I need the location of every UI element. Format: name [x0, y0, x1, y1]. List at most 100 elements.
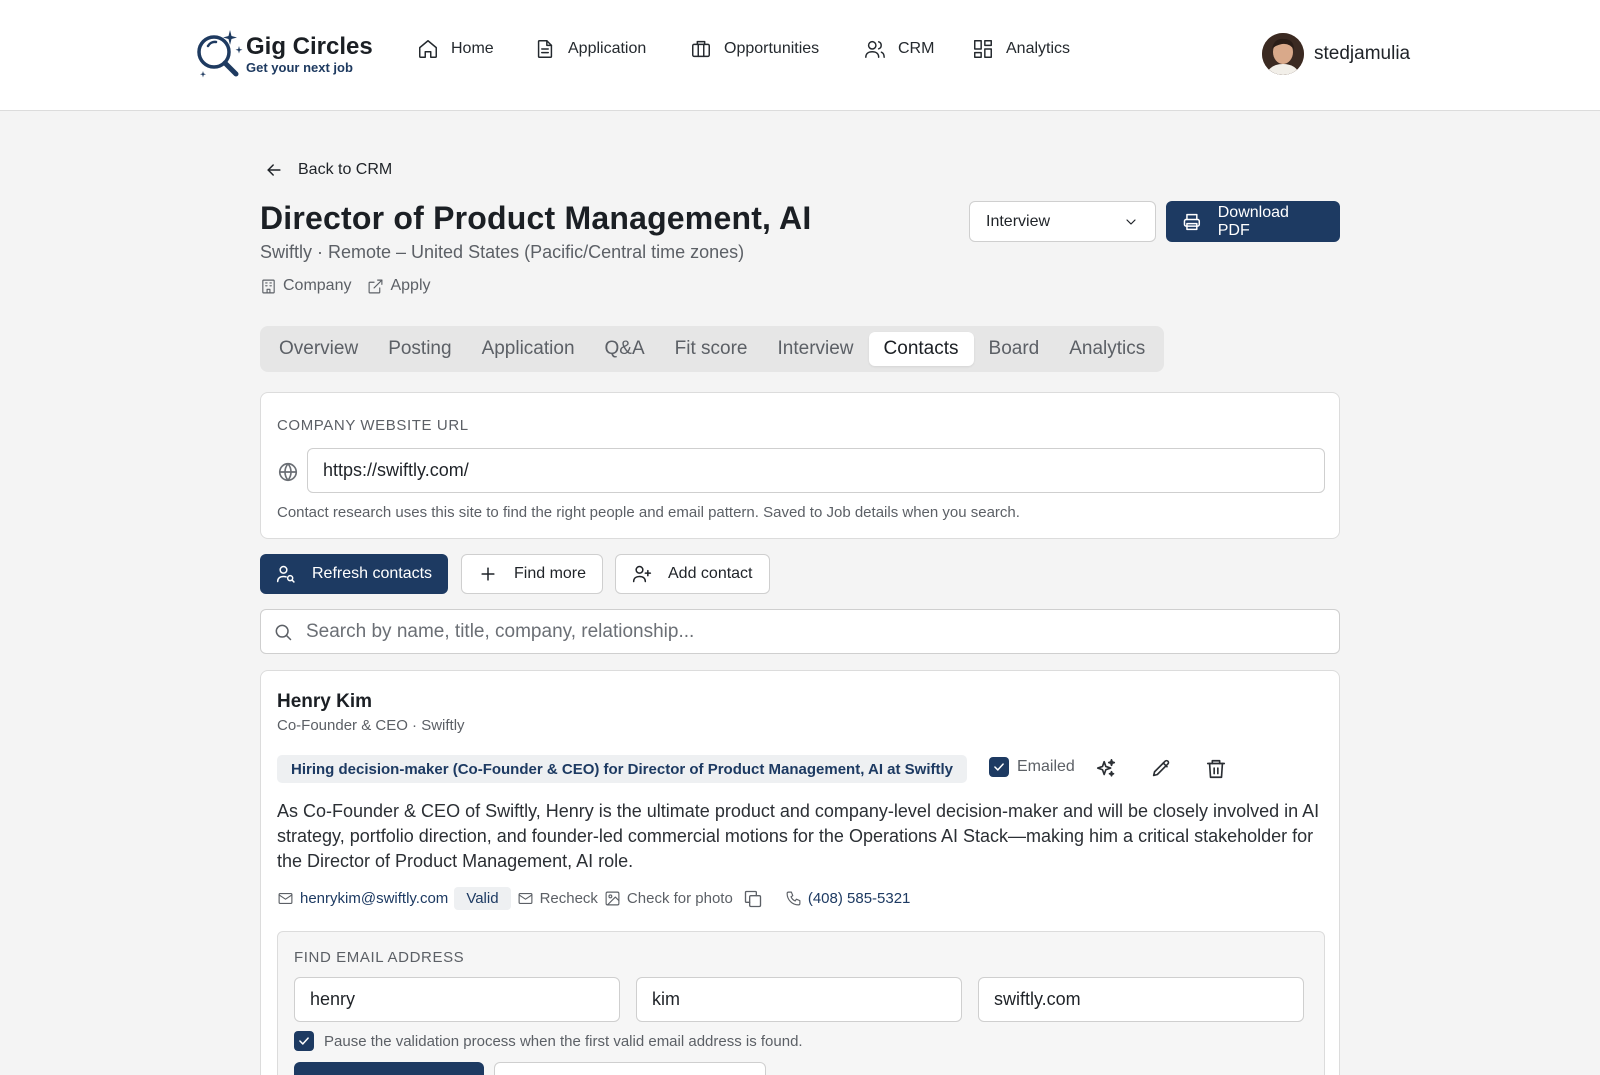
nav-application[interactable]: Application — [534, 38, 646, 60]
relationship-badge: Hiring decision-maker (Co-Founder & CEO)… — [277, 755, 968, 783]
brand-tagline: Get your next job — [246, 59, 353, 75]
download-pdf-button[interactable]: Download PDF — [1166, 201, 1340, 242]
user-plus-icon — [632, 565, 652, 583]
sparkles-icon — [1096, 759, 1116, 777]
email-status-badge: Valid — [454, 887, 511, 910]
contact-email-text: henrykim@swiftly.com — [300, 890, 449, 907]
pencil-icon — [1152, 759, 1170, 777]
tab-board[interactable]: Board — [974, 332, 1055, 366]
edit-contact-button[interactable] — [1150, 758, 1172, 780]
user-menu[interactable]: stedjamulia — [1262, 33, 1410, 75]
nav-opportunities[interactable]: Opportunities — [690, 38, 819, 60]
pause-validation-checkbox[interactable]: Pause the validation process when the fi… — [294, 1031, 803, 1051]
globe-icon — [278, 462, 298, 482]
contact-phone[interactable]: (408) 585-5321 — [785, 890, 911, 907]
contact-description: As Co-Founder & CEO of Swiftly, Henry is… — [277, 801, 1320, 871]
secondary-find-button[interactable] — [494, 1062, 766, 1075]
refresh-contacts-button[interactable]: Refresh contacts — [260, 554, 449, 594]
emailed-label: Emailed — [1017, 758, 1075, 775]
last-name-input[interactable] — [636, 977, 962, 1022]
magnifier-sparkle-icon — [197, 30, 243, 78]
find-more-label: Find more — [514, 565, 587, 582]
add-contact-label: Add contact — [668, 565, 753, 582]
nav-analytics-label: Analytics — [1006, 40, 1071, 57]
check-photo-button[interactable]: Check for photo — [604, 890, 733, 907]
find-email-label: Find email address — [294, 949, 465, 966]
home-icon — [419, 40, 437, 58]
tab-posting[interactable]: Posting — [373, 332, 466, 366]
brand-name: Gig Circles — [246, 32, 373, 60]
website-section-label: Company website URL — [277, 417, 469, 434]
nav-home-label: Home — [451, 40, 494, 57]
contact-role: Co-Founder & CEO · Swiftly — [277, 717, 465, 734]
nav-crm[interactable]: CRM — [864, 38, 934, 60]
contact-phone-text: (408) 585-5321 — [807, 890, 911, 907]
username: stedjamulia — [1314, 43, 1411, 64]
mail-check-icon — [518, 892, 533, 905]
users-icon — [865, 40, 885, 58]
nav-home[interactable]: Home — [417, 38, 494, 60]
nav-application-label: Application — [568, 40, 647, 57]
tab-interview[interactable]: Interview — [763, 332, 869, 366]
back-label: Back to CRM — [298, 161, 393, 178]
brand-logo[interactable]: Gig Circles Get your next job — [194, 28, 373, 80]
job-tabs: Overview Posting Application Q&A Fit sco… — [260, 326, 1165, 372]
apply-link[interactable]: Apply — [367, 277, 431, 295]
avatar[interactable] — [1262, 33, 1304, 75]
add-contact-button[interactable]: Add contact — [615, 554, 770, 594]
company-website-input[interactable] — [307, 448, 1325, 493]
trash-icon — [1206, 759, 1226, 779]
company-link-label: Company — [283, 277, 352, 294]
tab-contacts[interactable]: Contacts — [868, 332, 974, 366]
file-text-icon — [537, 40, 553, 58]
printer-icon — [1183, 213, 1201, 230]
dashboard-grid-icon — [974, 40, 992, 58]
nav-analytics[interactable]: Analytics — [972, 38, 1070, 60]
building-icon — [262, 279, 275, 293]
top-navigation-bar: Gig Circles Get your next job Home Appli… — [0, 0, 1600, 111]
delete-contact-button[interactable] — [1205, 758, 1227, 780]
recheck-label: Recheck — [539, 890, 598, 907]
find-email-button[interactable] — [294, 1062, 484, 1075]
job-links: Company Apply — [260, 277, 431, 295]
tab-overview[interactable]: Overview — [264, 332, 373, 366]
ai-sparkle-button[interactable] — [1095, 758, 1117, 780]
domain-input[interactable] — [978, 977, 1304, 1022]
download-pdf-label: Download PDF — [1217, 203, 1289, 239]
mail-icon — [278, 892, 293, 905]
nav-crm-label: CRM — [898, 40, 935, 57]
emailed-checkbox[interactable]: Emailed — [989, 757, 1075, 777]
plus-icon — [481, 567, 495, 581]
chevron-down-icon — [1126, 218, 1136, 225]
contact-email[interactable]: henrykim@swiftly.com — [277, 890, 448, 907]
user-search-icon — [276, 565, 295, 583]
first-name-input[interactable] — [294, 977, 620, 1022]
arrow-left-icon — [267, 164, 281, 176]
contact-details-row: henrykim@swiftly.com Valid Recheck Check… — [277, 887, 910, 910]
tab-analytics[interactable]: Analytics — [1054, 332, 1160, 366]
apply-link-label: Apply — [390, 277, 431, 294]
find-email-panel: Find email address Pause the validation … — [277, 931, 1325, 1075]
back-to-crm-link[interactable]: Back to CRM — [264, 160, 392, 180]
copy-icon — [744, 890, 761, 907]
company-website-card: Company website URL Contact research use… — [260, 392, 1340, 539]
company-link[interactable]: Company — [260, 277, 351, 295]
tab-fit-score[interactable]: Fit score — [660, 332, 763, 366]
find-more-button[interactable]: Find more — [461, 554, 604, 594]
tab-qa[interactable]: Q&A — [590, 332, 660, 366]
tab-application[interactable]: Application — [467, 332, 590, 366]
website-hint: Contact research uses this site to find … — [277, 504, 1020, 521]
status-select-value: Interview — [986, 212, 1051, 230]
page-title: Director of Product Management, AI — [260, 200, 812, 236]
recheck-email-button[interactable]: Recheck — [517, 890, 598, 907]
contact-search-input[interactable] — [306, 618, 1326, 646]
copy-email-button[interactable] — [743, 889, 763, 909]
status-select[interactable]: Interview — [969, 201, 1156, 242]
phone-icon — [786, 891, 801, 906]
briefcase-icon — [692, 40, 710, 58]
refresh-contacts-label: Refresh contacts — [312, 565, 433, 582]
check-photo-label: Check for photo — [626, 890, 733, 907]
image-icon — [605, 891, 620, 906]
contact-name: Henry Kim — [277, 691, 373, 712]
nav-opportunities-label: Opportunities — [724, 40, 820, 57]
